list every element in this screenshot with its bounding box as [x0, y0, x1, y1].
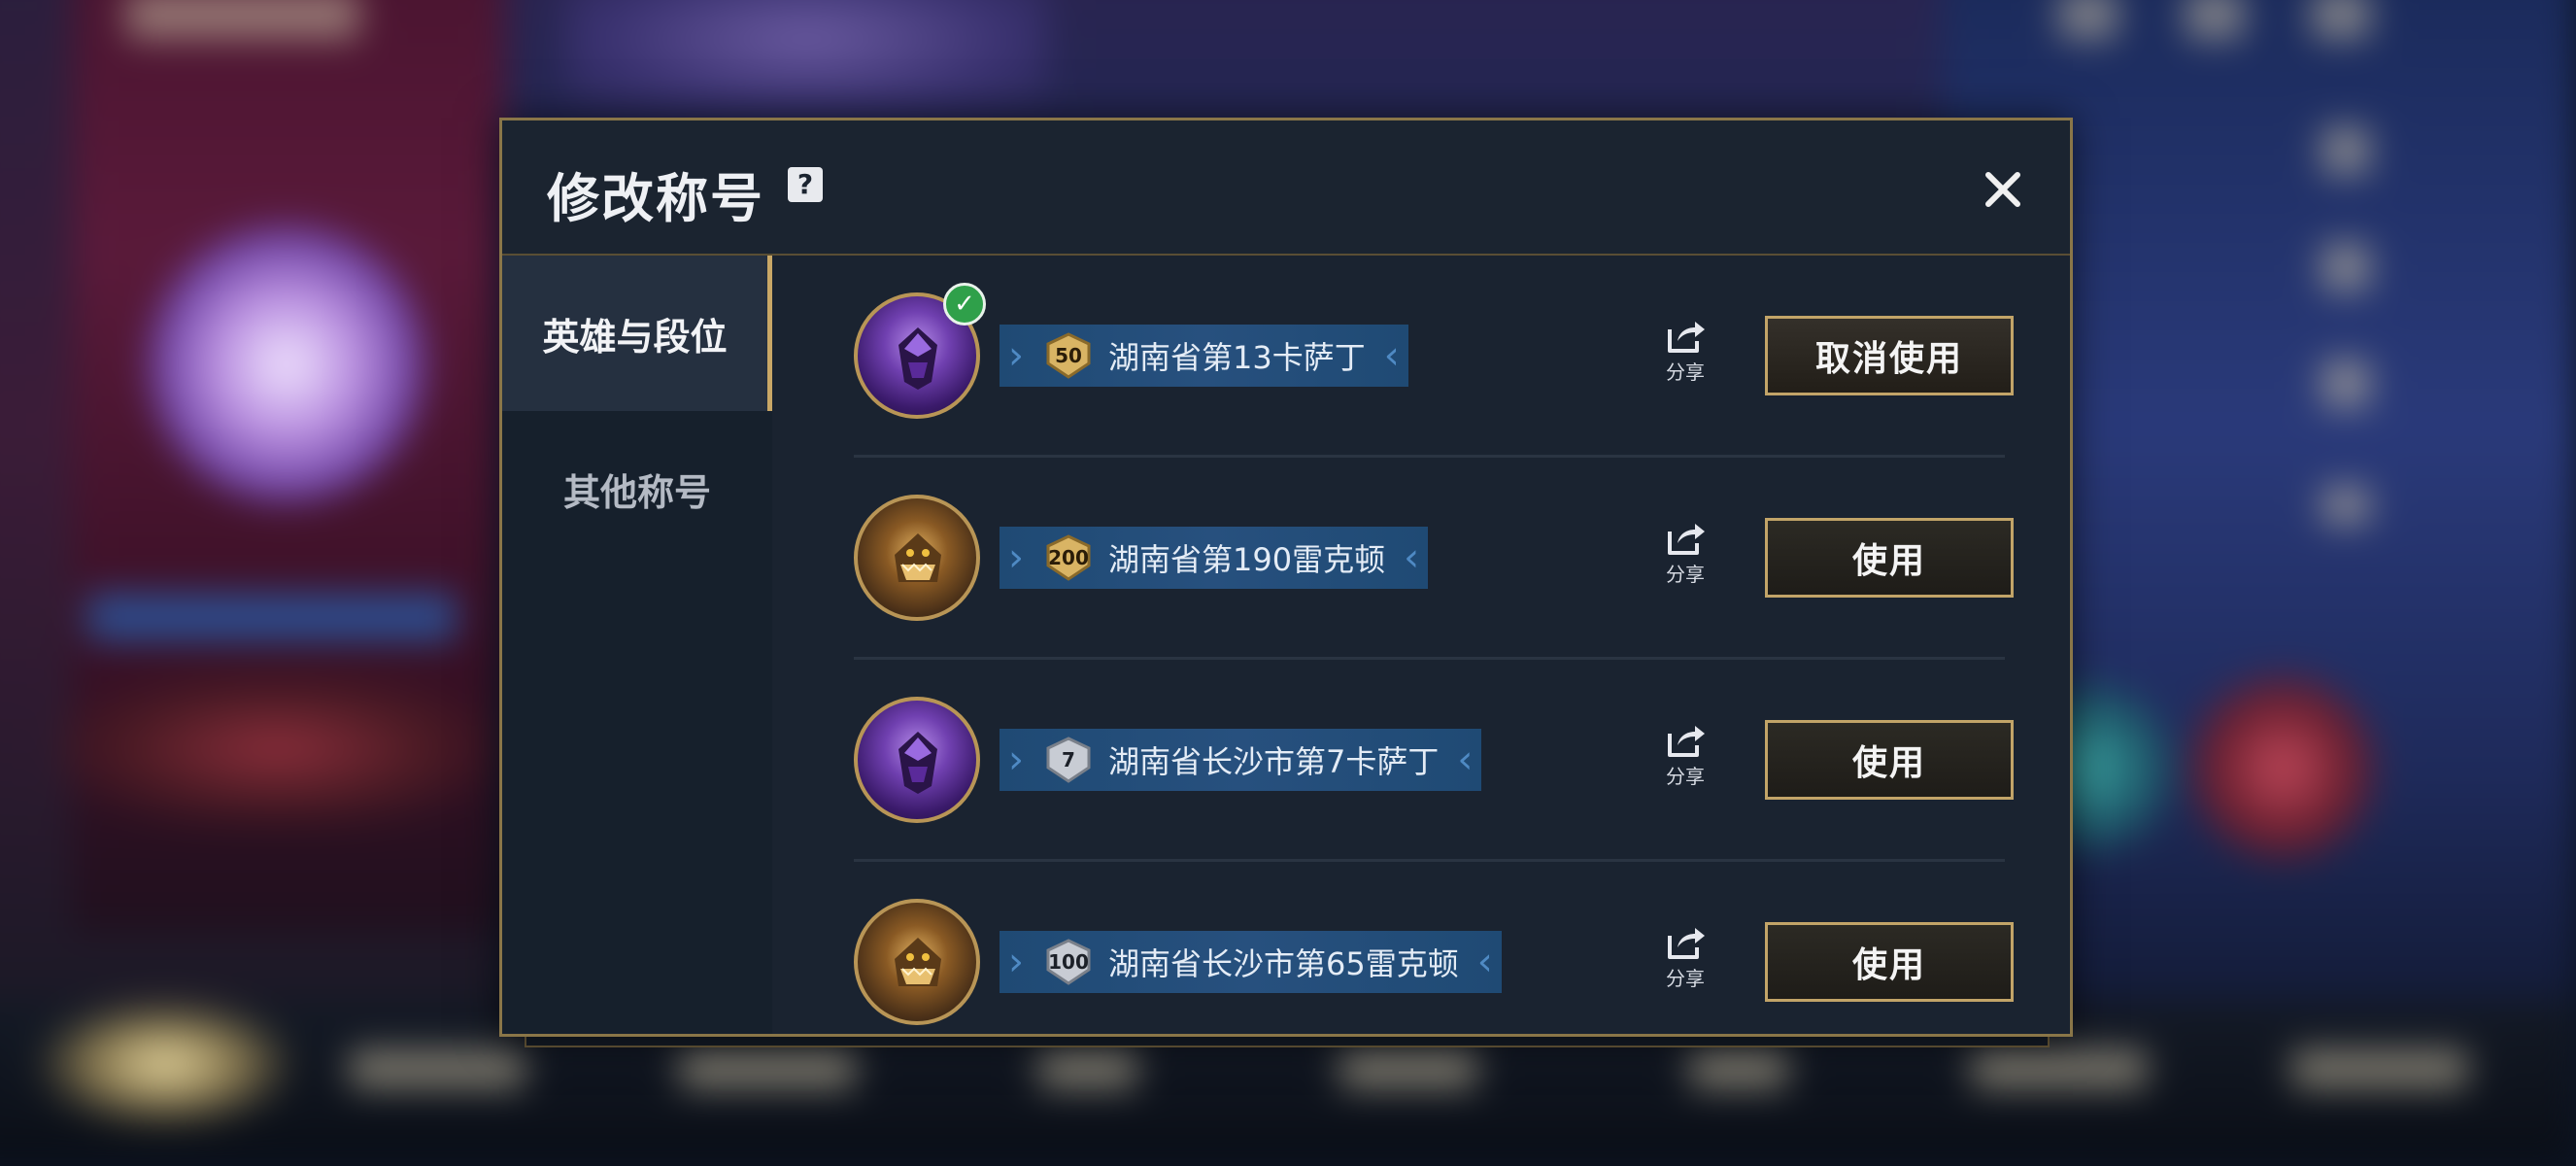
rank-medal-icon: 100: [1042, 939, 1095, 985]
in-use-check-icon: ✓: [943, 283, 986, 326]
share-button[interactable]: 分享: [1656, 720, 1714, 798]
medal-number: 50: [1055, 344, 1082, 367]
title-row: ✓ › 50 湖南省第13卡萨丁 ‹ 分享 取消使用: [854, 256, 2014, 458]
close-button[interactable]: [1977, 163, 2029, 216]
chevron-right-icon: ›: [1008, 737, 1024, 782]
title-list: ✓ › 50 湖南省第13卡萨丁 ‹ 分享 取消使用 › 200 湖南省第190雷克顿 ‹ 分享 使用 ›…: [854, 256, 2014, 1034]
share-icon: [1668, 322, 1705, 353]
title-badge: › 200 湖南省第190雷克顿 ‹: [1000, 527, 1429, 589]
share-button[interactable]: 分享: [1656, 922, 1714, 1000]
title-text: 湖南省第13卡萨丁: [1108, 339, 1366, 376]
title-row: › 100 湖南省长沙市第65雷克顿 ‹ 分享 使用: [854, 862, 2014, 1064]
medal-number: 200: [1048, 546, 1089, 569]
chevron-right-icon: ›: [1008, 333, 1024, 378]
use-button[interactable]: 使用: [1765, 720, 2014, 800]
share-label: 分享: [1666, 563, 1705, 586]
rename-title-dialog: 修改称号 ? 英雄与段位 其他称号 ✓ › 50 湖南省第13卡萨丁 ‹ 分享 取消使用 › 2…: [499, 118, 2073, 1037]
use-button[interactable]: 使用: [1765, 922, 2014, 1002]
share-icon: [1668, 524, 1705, 555]
share-label: 分享: [1666, 360, 1705, 384]
use-button[interactable]: 使用: [1765, 518, 2014, 598]
medal-number: 7: [1062, 748, 1075, 772]
hero-avatar: [854, 899, 980, 1025]
category-sidebar: 英雄与段位 其他称号: [502, 256, 772, 1034]
chevron-left-icon: ‹: [1457, 737, 1474, 782]
title-badge: › 7 湖南省长沙市第7卡萨丁 ‹: [1000, 729, 1482, 791]
chevron-left-icon: ‹: [1383, 333, 1400, 378]
title-text: 湖南省长沙市第7卡萨丁: [1108, 743, 1440, 780]
tab-hero-and-rank[interactable]: 英雄与段位: [502, 256, 772, 411]
share-icon: [1668, 726, 1705, 757]
share-label: 分享: [1666, 967, 1705, 990]
share-button[interactable]: 分享: [1656, 518, 1714, 596]
rank-medal-icon: 200: [1042, 534, 1095, 581]
dialog-header: 修改称号 ?: [502, 120, 2070, 256]
title-text: 湖南省长沙市第65雷克顿: [1108, 945, 1459, 982]
share-label: 分享: [1666, 765, 1705, 788]
rank-medal-icon: 7: [1042, 737, 1095, 783]
question-icon[interactable]: ?: [788, 167, 823, 202]
cancel-use-button[interactable]: 取消使用: [1765, 316, 2014, 395]
title-text: 湖南省第190雷克顿: [1108, 541, 1386, 578]
title-row: › 7 湖南省长沙市第7卡萨丁 ‹ 分享 使用: [854, 660, 2014, 862]
share-icon: [1668, 928, 1705, 959]
chevron-right-icon: ›: [1008, 535, 1024, 580]
chevron-left-icon: ‹: [1476, 940, 1493, 984]
hero-avatar: [854, 697, 980, 823]
close-icon: [1985, 172, 2020, 207]
title-badge: › 100 湖南省长沙市第65雷克顿 ‹: [1000, 931, 1502, 993]
title-badge: › 50 湖南省第13卡萨丁 ‹: [1000, 325, 1408, 387]
rank-medal-icon: 50: [1042, 332, 1095, 379]
medal-number: 100: [1048, 950, 1089, 974]
chevron-left-icon: ‹: [1404, 535, 1420, 580]
chevron-right-icon: ›: [1008, 940, 1024, 984]
title-row: › 200 湖南省第190雷克顿 ‹ 分享 使用: [854, 458, 2014, 660]
hero-avatar: [854, 495, 980, 621]
share-button[interactable]: 分享: [1656, 316, 1714, 394]
dialog-title: 修改称号: [547, 168, 764, 229]
tab-other-titles[interactable]: 其他称号: [502, 411, 772, 566]
